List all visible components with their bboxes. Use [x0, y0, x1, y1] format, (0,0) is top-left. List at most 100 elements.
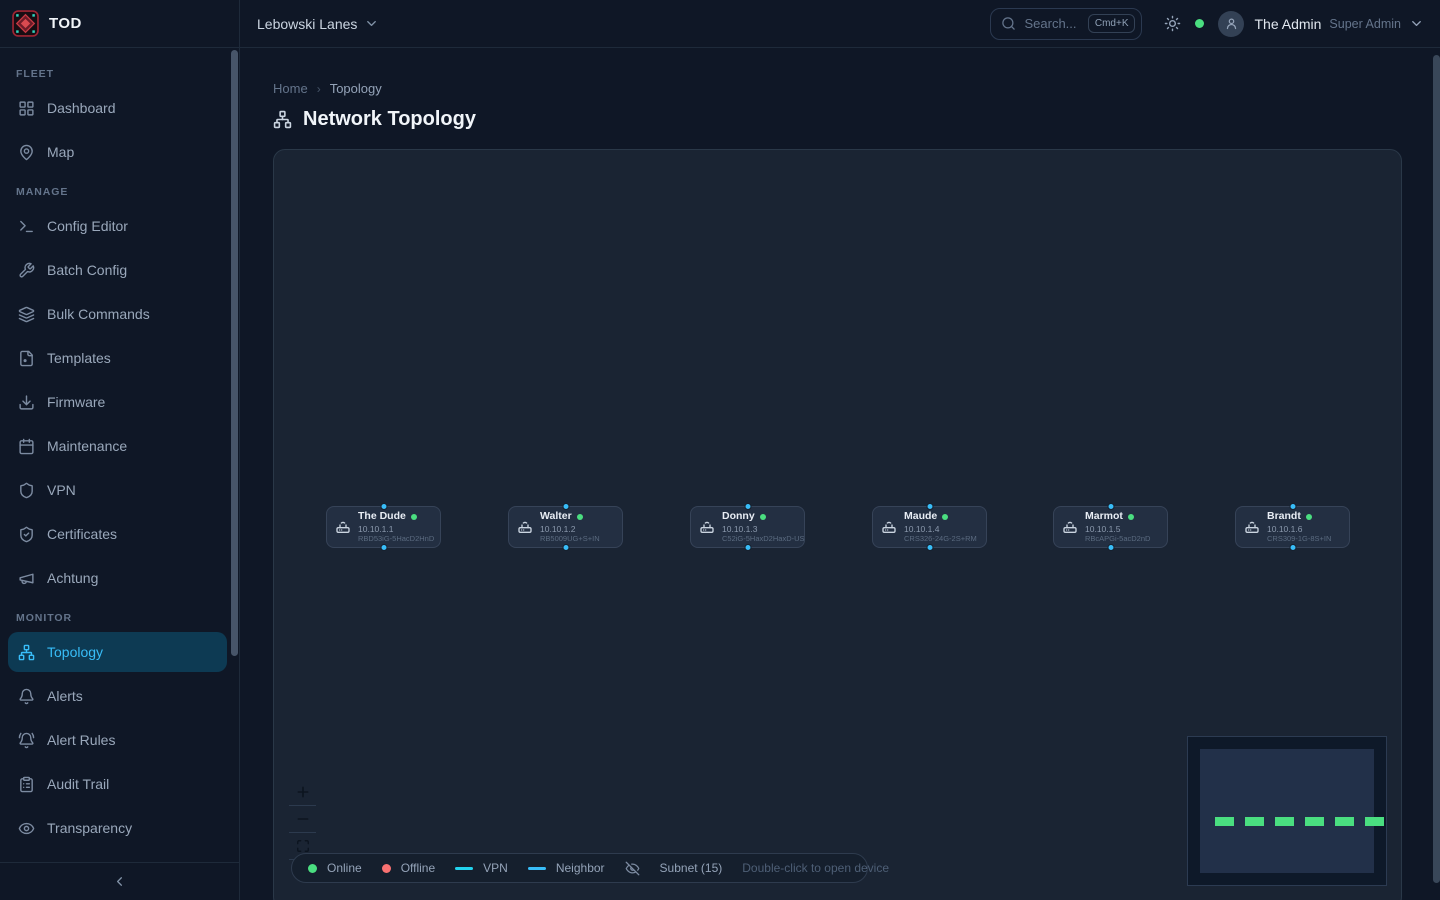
sidebar-item-maintenance[interactable]: Maintenance — [8, 426, 227, 466]
sidebar-item-alerts[interactable]: Alerts — [8, 676, 227, 716]
minimap-node — [1335, 817, 1354, 826]
node-handle-bottom[interactable] — [1107, 544, 1114, 551]
node-ip: 10.10.1.3 — [722, 524, 796, 535]
node-name: Maude — [904, 510, 937, 523]
device-node-donny[interactable]: Donny10.10.1.3C52iG-5HaxD2HaxD-US — [690, 506, 805, 548]
sidebar-item-map[interactable]: Map — [8, 132, 227, 172]
sidebar-item-achtung[interactable]: Achtung — [8, 558, 227, 598]
sun-icon — [1164, 15, 1181, 32]
sidebar-item-label: Alerts — [47, 688, 83, 704]
download-icon — [18, 394, 35, 411]
theme-toggle-button[interactable] — [1164, 15, 1181, 32]
org-selector[interactable]: Lebowski Lanes — [240, 16, 379, 32]
user-menu-button[interactable] — [1409, 16, 1424, 31]
node-name: Walter — [540, 510, 572, 523]
sidebar-item-label: Batch Config — [47, 262, 127, 278]
toggle-labels-button[interactable] — [625, 861, 640, 876]
sidebar-item-transparency[interactable]: Transparency — [8, 808, 227, 848]
window-scrollbar[interactable] — [1433, 55, 1440, 883]
legend-online-label: Online — [327, 861, 362, 875]
device-node-brandt[interactable]: Brandt10.10.1.6CRS309-1G-8S+IN — [1235, 506, 1350, 548]
org-selector-label: Lebowski Lanes — [257, 16, 357, 32]
sidebar-item-vpn[interactable]: VPN — [8, 470, 227, 510]
device-node-walter[interactable]: Walter10.10.1.2RB5009UG+S+IN — [508, 506, 623, 548]
neighbor-line-swatch — [528, 867, 546, 870]
node-ip: 10.10.1.6 — [1267, 524, 1331, 535]
zoom-out-button[interactable] — [289, 806, 316, 833]
legend-subnet-label: Subnet (15) — [660, 861, 723, 875]
chevron-down-icon — [364, 16, 379, 31]
sidebar-item-label: Config Editor — [47, 218, 128, 234]
shield-icon — [18, 482, 35, 499]
node-ip: 10.10.1.2 — [540, 524, 600, 535]
node-handle-bottom[interactable] — [926, 544, 933, 551]
sidebar-item-audit-trail[interactable]: Audit Trail — [8, 764, 227, 804]
sidebar-item-label: Templates — [47, 350, 111, 366]
sidebar-item-templates[interactable]: Templates — [8, 338, 227, 378]
breadcrumb-home[interactable]: Home — [273, 81, 308, 96]
breadcrumb-current: Topology — [330, 81, 382, 96]
node-status-dot — [942, 514, 948, 520]
breadcrumb-separator: › — [317, 82, 321, 96]
sidebar-item-label: Audit Trail — [47, 776, 109, 792]
clipboard-icon — [18, 776, 35, 793]
sidebar-nav: FleetDashboardMapManageConfig EditorBatc… — [0, 48, 239, 862]
sidebar-item-bulk-commands[interactable]: Bulk Commands — [8, 294, 227, 334]
node-handle-bottom[interactable] — [562, 544, 569, 551]
top-bar: TOD Lebowski Lanes Search... Cmd+K The A… — [0, 0, 1440, 48]
sidebar-item-label: Achtung — [47, 570, 98, 586]
node-model: CRS309-1G-8S+IN — [1267, 534, 1331, 543]
device-node-the-dude[interactable]: The Dude10.10.1.1RBD53iG-5HacD2HnD — [326, 506, 441, 548]
node-handle-bottom[interactable] — [1289, 544, 1296, 551]
map-pin-icon — [18, 144, 35, 161]
sidebar-item-topology[interactable]: Topology — [8, 632, 227, 672]
sidebar-item-dashboard[interactable]: Dashboard — [8, 88, 227, 128]
minus-icon — [295, 811, 311, 827]
search-input[interactable]: Search... Cmd+K — [990, 8, 1142, 40]
node-status-dot — [411, 514, 417, 520]
device-node-maude[interactable]: Maude10.10.1.4CRS326-24G-2S+RM — [872, 506, 987, 548]
zoom-in-button[interactable] — [289, 779, 316, 806]
avatar[interactable] — [1218, 11, 1244, 37]
sidebar-item-batch-config[interactable]: Batch Config — [8, 250, 227, 290]
node-status-dot — [1128, 514, 1134, 520]
minimap-node — [1305, 817, 1324, 826]
sidebar-item-config-editor[interactable]: Config Editor — [8, 206, 227, 246]
sidebar-collapse-button[interactable] — [0, 862, 239, 900]
node-model: RB5009UG+S+IN — [540, 534, 600, 543]
node-handle-top[interactable] — [380, 503, 387, 510]
node-model: CRS326-24G-2S+RM — [904, 534, 977, 543]
minimap-node — [1275, 817, 1294, 826]
shield-check-icon — [18, 526, 35, 543]
app-title: TOD — [49, 15, 82, 32]
sidebar-item-certificates[interactable]: Certificates — [8, 514, 227, 554]
megaphone-icon — [18, 570, 35, 587]
node-handle-bottom[interactable] — [744, 544, 751, 551]
sidebar-item-alert-rules[interactable]: Alert Rules — [8, 720, 227, 760]
sidebar-item-firmware[interactable]: Firmware — [8, 382, 227, 422]
eye-off-icon — [625, 861, 640, 876]
sidebar-item-label: Bulk Commands — [47, 306, 150, 322]
device-node-marmot[interactable]: Marmot10.10.1.5RBcAPGi-5acD2nD — [1053, 506, 1168, 548]
node-handle-top[interactable] — [1289, 503, 1296, 510]
sidebar-item-label: Firmware — [47, 394, 105, 410]
minimap[interactable] — [1187, 736, 1387, 886]
user-name: The Admin — [1254, 16, 1321, 32]
node-handle-top[interactable] — [744, 503, 751, 510]
router-icon — [335, 519, 351, 535]
node-handle-top[interactable] — [1107, 503, 1114, 510]
legend-vpn-label: VPN — [483, 861, 508, 875]
page-title: Network Topology — [303, 108, 476, 131]
router-icon — [699, 519, 715, 535]
node-name: Brandt — [1267, 510, 1301, 523]
node-handle-top[interactable] — [562, 503, 569, 510]
router-icon — [1062, 519, 1078, 535]
sidebar-scrollbar[interactable] — [231, 50, 238, 656]
sidebar-item-label: Alert Rules — [47, 732, 115, 748]
node-handle-top[interactable] — [926, 503, 933, 510]
minimap-node — [1245, 817, 1264, 826]
node-handle-bottom[interactable] — [380, 544, 387, 551]
node-model: C52iG-5HaxD2HaxD-US — [722, 534, 796, 543]
search-placeholder: Search... — [1024, 16, 1079, 31]
topology-canvas[interactable]: The Dude10.10.1.1RBD53iG-5HacD2HnD Walter… — [273, 149, 1402, 900]
